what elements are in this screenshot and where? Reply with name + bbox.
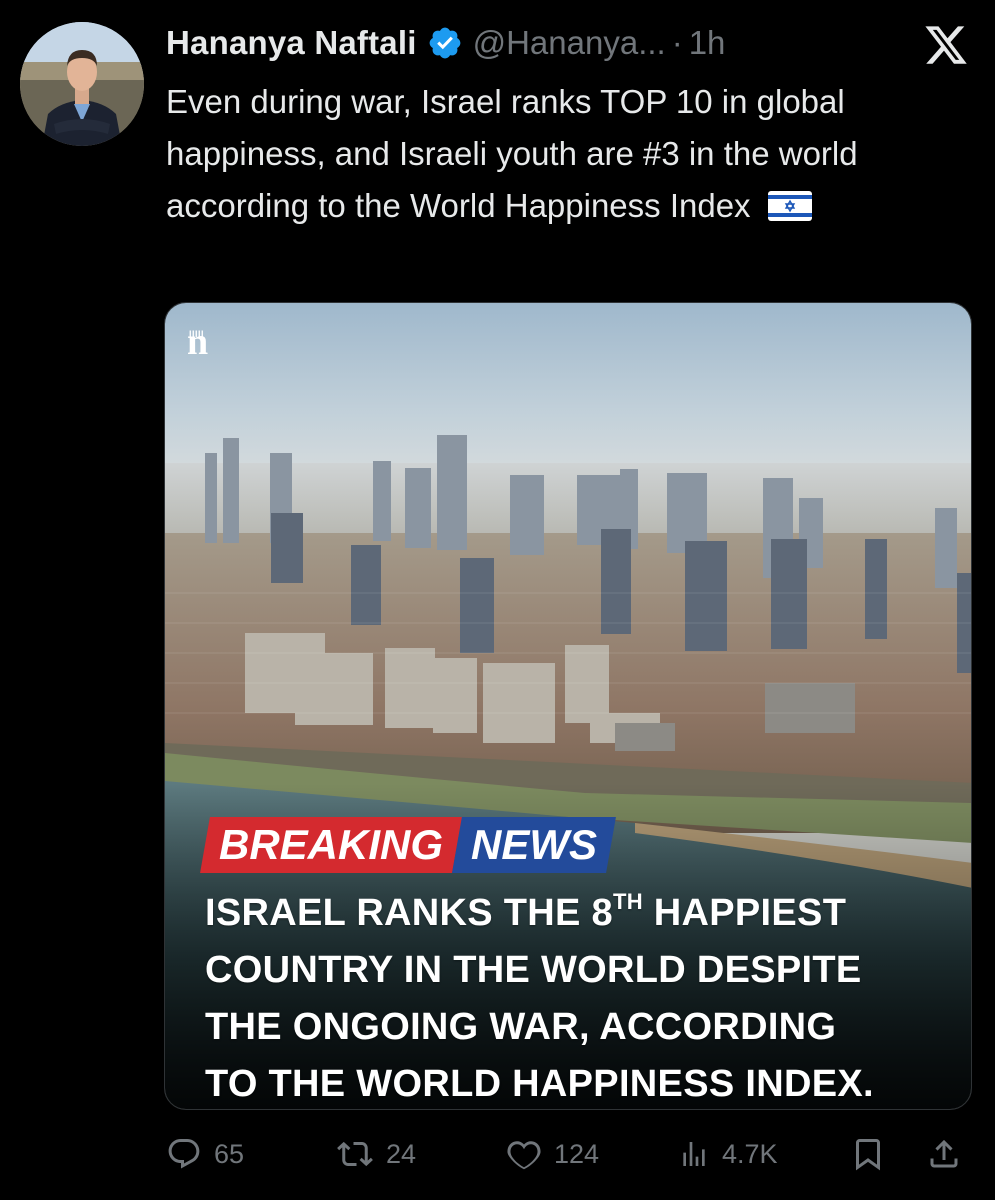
- meta-separator: ·: [671, 24, 683, 61]
- repost-count: 24: [386, 1138, 417, 1169]
- like-button[interactable]: 124: [506, 1130, 599, 1178]
- x-logo-icon: [925, 26, 967, 64]
- israel-flag-icon: [767, 191, 812, 221]
- share-icon: [930, 1139, 958, 1168]
- publisher-logo: IIIII n: [187, 323, 208, 361]
- bookmark-button[interactable]: [850, 1130, 886, 1178]
- post-text: Even during war, Israel ranks TOP 10 in …: [166, 76, 976, 232]
- breaking-label: BREAKING: [200, 817, 462, 873]
- post-timestamp[interactable]: 1h: [689, 24, 726, 62]
- headline-line-2: COUNTRY IN THE WORLD DESPITE: [205, 949, 862, 991]
- breaking-text: BREAKING: [219, 821, 444, 868]
- views-button[interactable]: 4.7K: [678, 1130, 778, 1178]
- headline-line-3: THE ONGOING WAR, ACCORDING: [205, 1006, 837, 1048]
- verified-badge-icon[interactable]: [427, 25, 463, 61]
- post-text-body: Even during war, Israel ranks TOP 10 in …: [166, 83, 858, 224]
- avatar[interactable]: [20, 22, 144, 146]
- repost-icon: [337, 1141, 373, 1167]
- analytics-bars-icon: [683, 1142, 705, 1166]
- post-actions-bar: 65 24 124 4.7K: [166, 1130, 974, 1178]
- views-count: 4.7K: [722, 1138, 778, 1169]
- avatar-photo: [20, 22, 144, 146]
- breaking-news-banner: BREAKING NEWS: [200, 817, 616, 873]
- heart-icon: [507, 1141, 541, 1170]
- headline-line-1-pre: ISRAEL RANKS THE 8: [205, 892, 613, 934]
- headline-ordinal-suffix: TH: [612, 889, 643, 914]
- post[interactable]: Hananya Naftali @Hananya... · 1h Even du…: [0, 0, 995, 1200]
- post-header: Hananya Naftali @Hananya... · 1h: [166, 20, 725, 66]
- author-display-name[interactable]: Hananya Naftali: [166, 24, 417, 62]
- news-text: NEWS: [471, 821, 598, 868]
- author-handle[interactable]: @Hananya...: [473, 24, 666, 62]
- headline-line-1: ISRAEL RANKS THE 8TH HAPPIEST: [205, 885, 945, 942]
- post-media-image[interactable]: IIIII n BREAKING NEWS ISRAEL RANKS THE 8…: [164, 302, 972, 1110]
- bookmark-icon: [856, 1139, 880, 1171]
- media-headline: ISRAEL RANKS THE 8TH HAPPIEST COUNTRY IN…: [205, 885, 945, 1109]
- headline-line-4: TO THE WORLD HAPPINESS INDEX.: [205, 1063, 874, 1105]
- reply-button[interactable]: 65: [166, 1130, 244, 1178]
- like-count: 124: [554, 1138, 600, 1169]
- repost-button[interactable]: 24: [336, 1130, 416, 1178]
- reply-count: 65: [214, 1138, 245, 1169]
- reply-icon: [168, 1139, 200, 1169]
- news-label: NEWS: [452, 817, 616, 873]
- publisher-logo-small: IIIII: [189, 329, 205, 339]
- headline-line-1-post: HAPPIEST: [642, 892, 847, 934]
- share-button[interactable]: [926, 1130, 962, 1178]
